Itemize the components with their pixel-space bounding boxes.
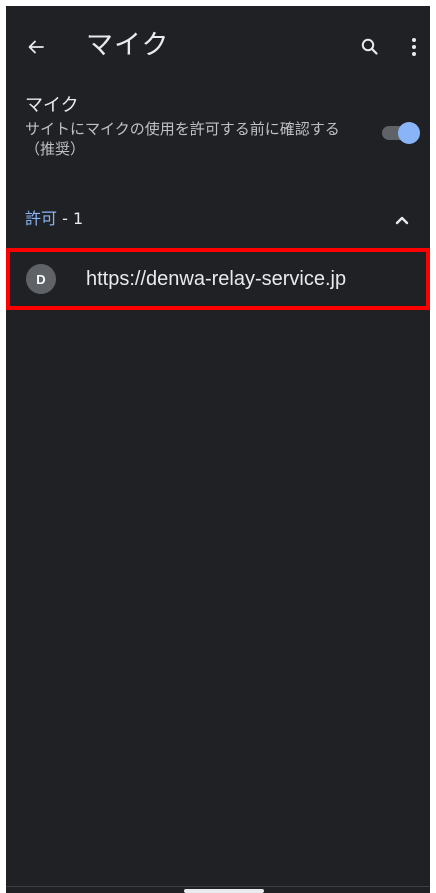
site-settings-screen: マイク マイク サイトにマイクの使用を許可する前に確認する（推奨） 許可 - 1 bbox=[6, 6, 430, 893]
app-bar: マイク bbox=[6, 6, 430, 86]
more-vert-icon bbox=[412, 38, 416, 56]
site-list-item[interactable]: D https://denwa-relay-service.jp bbox=[6, 247, 430, 311]
allowed-section-header[interactable]: 許可 - 1 bbox=[6, 196, 430, 244]
toggle-thumb bbox=[398, 122, 420, 144]
page-title: マイク bbox=[86, 30, 170, 61]
site-favicon: D bbox=[26, 264, 56, 294]
gesture-nav-handle[interactable] bbox=[184, 889, 264, 893]
favicon-letter: D bbox=[36, 271, 46, 287]
back-button[interactable] bbox=[20, 31, 52, 63]
search-icon bbox=[361, 38, 378, 55]
microphone-ask-setting[interactable]: マイク サイトにマイクの使用を許可する前に確認する（推奨） bbox=[6, 90, 430, 174]
search-button[interactable] bbox=[356, 33, 384, 61]
setting-title: マイク bbox=[25, 95, 79, 116]
arrow-left-icon bbox=[28, 40, 44, 54]
site-url: https://denwa-relay-service.jp bbox=[86, 268, 347, 290]
allowed-count: - 1 bbox=[57, 209, 84, 228]
nav-bar-divider bbox=[6, 886, 430, 887]
microphone-toggle[interactable] bbox=[380, 120, 420, 144]
chevron-up-icon bbox=[395, 216, 409, 225]
collapse-button[interactable] bbox=[392, 210, 412, 230]
allowed-label: 許可 bbox=[25, 209, 58, 228]
more-options-button[interactable] bbox=[402, 33, 426, 61]
allowed-section-label: 許可 - 1 bbox=[25, 208, 83, 230]
setting-summary: サイトにマイクの使用を許可する前に確認する（推奨） bbox=[25, 120, 340, 158]
